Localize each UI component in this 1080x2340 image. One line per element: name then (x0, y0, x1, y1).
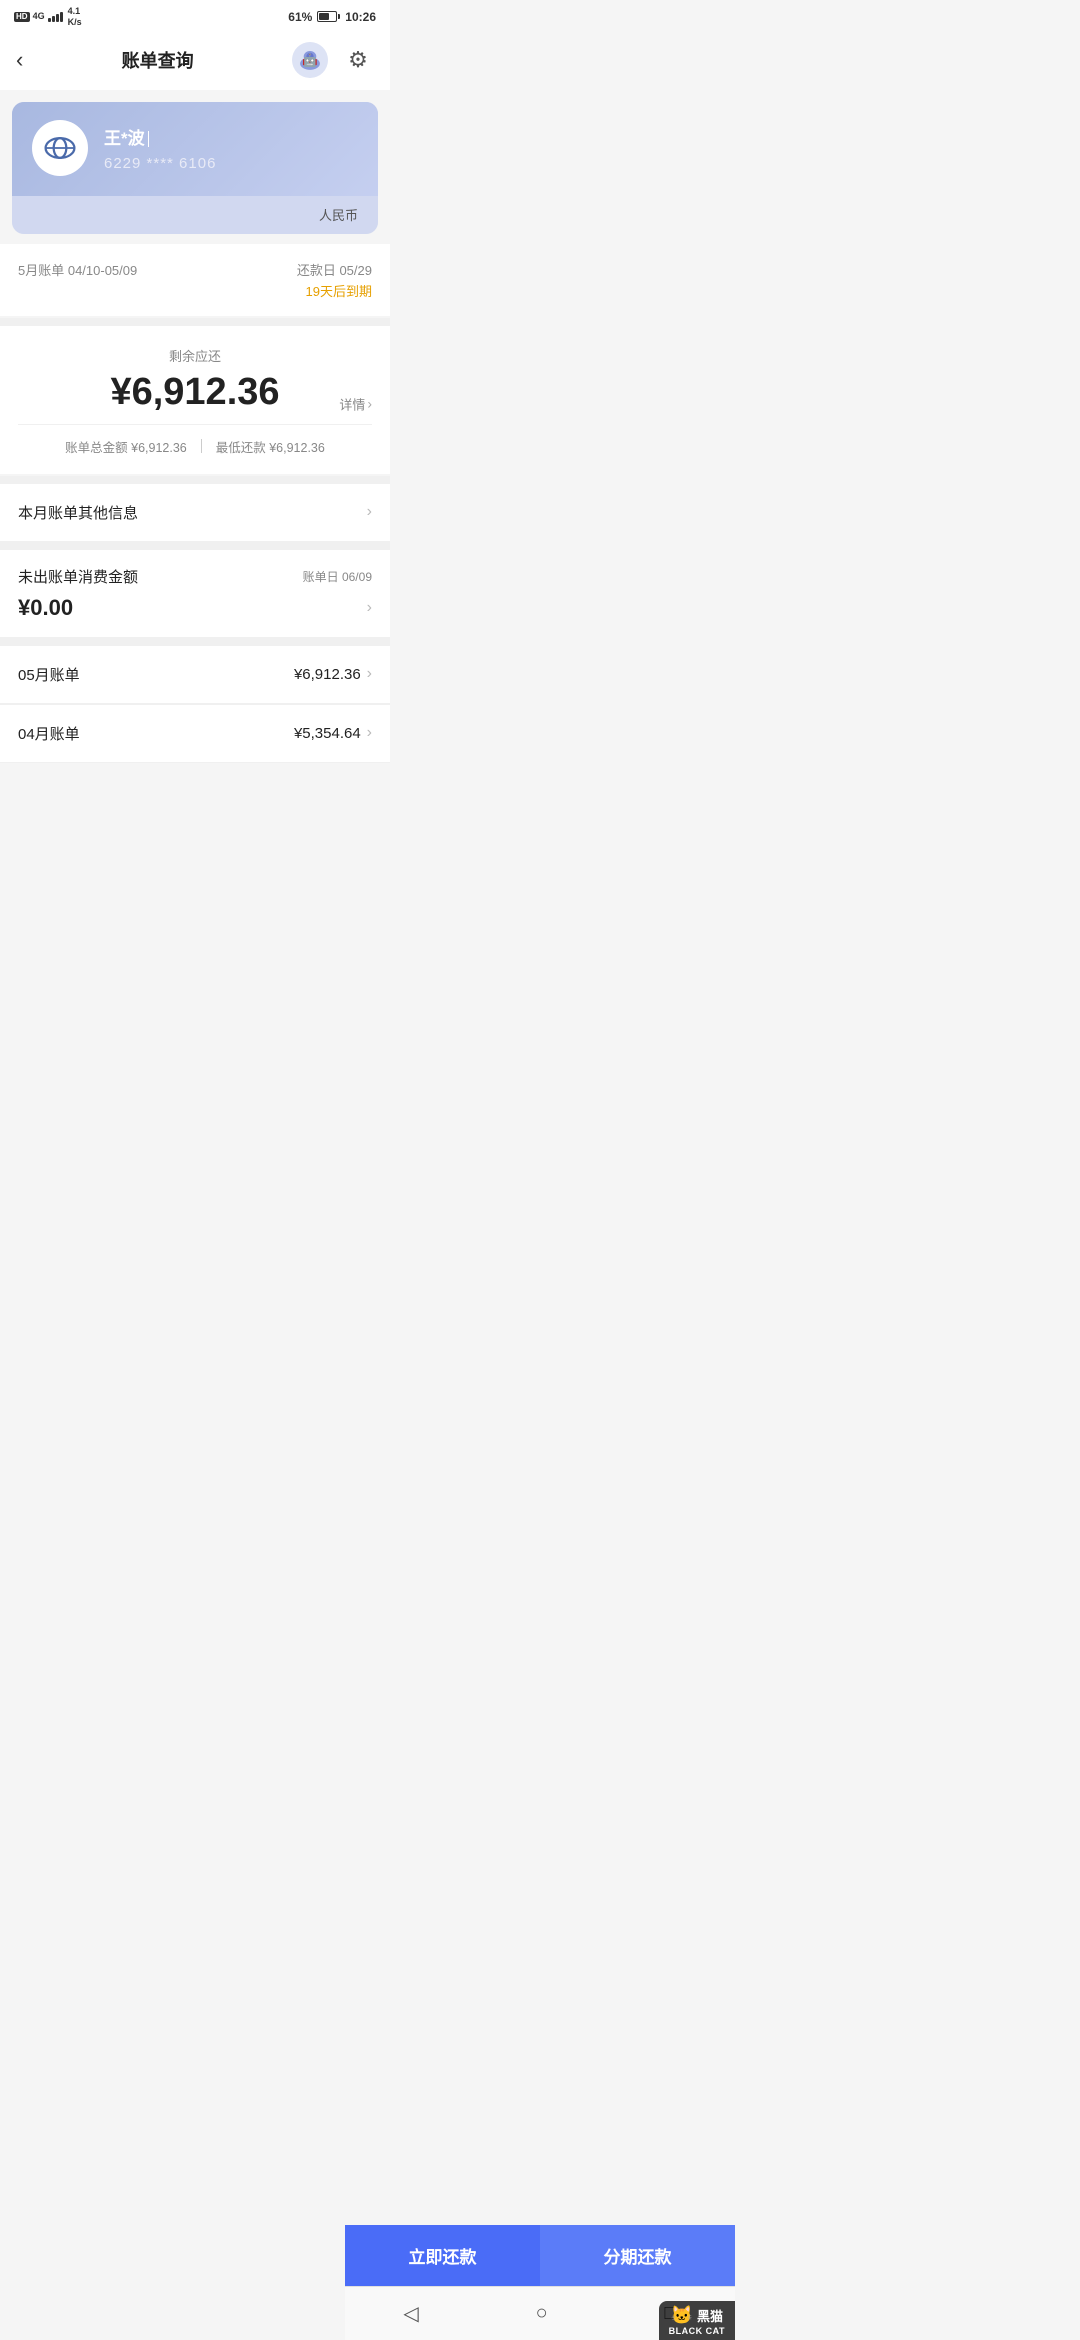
bar1 (48, 18, 51, 22)
period-right: 还款日 05/29 19天后到期 (297, 260, 372, 300)
divider-4 (0, 638, 390, 646)
main-amount: ¥6,912.36 (18, 371, 372, 414)
card-bottom: 人民币 (12, 196, 378, 234)
card-info: 王*波 6229 **** 6106 (104, 124, 216, 172)
blackcat-chinese: 黑猫 (697, 2306, 723, 2325)
card-currency: 人民币 (319, 208, 358, 223)
card-top: 王*波 6229 **** 6106 (12, 102, 378, 196)
may-title: 05月账单 (18, 664, 80, 685)
min-pay-label: 最低还款 ¥6,912.36 (216, 437, 325, 456)
content-scroll: 王*波 6229 **** 6106 人民币 5月账单 04/10-05/09 … (0, 102, 390, 883)
divider-2 (0, 476, 390, 484)
amount-section: 剩余应还 ¥6,912.36 详情 › 账单总金额 ¥6,912.36 最低还款… (0, 326, 390, 474)
bottom-buttons: 立即还款 分期还款 (345, 2225, 735, 2286)
battery-body (317, 11, 337, 22)
card-section: 王*波 6229 **** 6106 人民币 (12, 102, 378, 234)
detail-label: 详情 (339, 394, 365, 413)
home-nav-button[interactable]: ○ (516, 2296, 568, 2331)
undue-header: 未出账单消费金额 账单日 06/09 (18, 566, 372, 587)
period-label: 5月账单 04/10-05/09 (18, 260, 137, 279)
card-user-name: 王*波 (104, 124, 216, 149)
card-number: 6229 **** 6106 (104, 155, 216, 172)
undue-sub: 账单日 06/09 (303, 568, 372, 585)
amount-sub-divider (201, 439, 202, 453)
monthly-other-chevron: › (367, 503, 372, 521)
monthly-other-title: 本月账单其他信息 (18, 502, 138, 523)
immediate-pay-button[interactable]: 立即还款 (345, 2225, 540, 2286)
undue-chevron: › (367, 599, 372, 617)
status-left: HD 4G 4.1 K/s (14, 6, 82, 28)
bill-period: 5月账单 04/10-05/09 还款日 05/29 19天后到期 (0, 244, 390, 316)
time-display: 10:26 (345, 10, 376, 24)
installment-pay-button[interactable]: 分期还款 (540, 2225, 735, 2286)
avatar-icon[interactable]: 🤖 (292, 42, 328, 78)
blackcat-inner: 🐱 黑猫 (671, 2305, 723, 2326)
remaining-label: 剩余应还 (18, 346, 372, 365)
undue-title: 未出账单消费金额 (18, 566, 138, 587)
list-item-monthly-other[interactable]: 本月账单其他信息 › (0, 484, 390, 542)
signal-bars (48, 12, 63, 22)
blackcat-watermark: 🐱 黑猫 BLACK CAT (659, 2301, 735, 2340)
battery-icon (317, 11, 340, 22)
battery-fill (319, 13, 329, 20)
blackcat-icon: 🐱 (671, 2305, 693, 2326)
hd-badge: HD (14, 12, 30, 22)
undue-amount: ¥0.00 (18, 595, 73, 621)
status-bar: HD 4G 4.1 K/s 61% 10:26 (0, 0, 390, 32)
battery-percent: 61% (288, 10, 312, 24)
back-nav-button[interactable]: ◁ (383, 2295, 438, 2332)
due-date: 还款日 05/29 (297, 260, 372, 279)
undue-bottom: ¥0.00 › (18, 595, 372, 637)
may-right: ¥6,912.36 › (294, 665, 372, 683)
detail-chevron: › (367, 395, 372, 411)
avatar-svg: 🤖 (292, 42, 328, 78)
settings-icon[interactable]: ⚙ (342, 44, 374, 76)
bar2 (52, 16, 55, 22)
divider-3 (0, 542, 390, 550)
detail-link[interactable]: 详情 › (339, 394, 372, 413)
due-days: 19天后到期 (297, 281, 372, 300)
list-item-undue[interactable]: 未出账单消费金额 账单日 06/09 ¥0.00 › (0, 550, 390, 638)
bank-logo-svg (42, 130, 78, 166)
blackcat-english: BLACK CAT (669, 2326, 725, 2336)
network-info: 4G (33, 11, 45, 22)
may-amount: ¥6,912.36 (294, 666, 361, 683)
apr-title: 04月账单 (18, 723, 80, 744)
back-button[interactable]: ‹ (16, 47, 23, 73)
card-logo (32, 120, 88, 176)
bar3 (56, 14, 59, 22)
amount-sub: 账单总金额 ¥6,912.36 最低还款 ¥6,912.36 (18, 424, 372, 456)
speed-info: 4.1 K/s (68, 6, 82, 28)
status-right: 61% 10:26 (288, 10, 376, 24)
total-label: 账单总金额 ¥6,912.36 (65, 437, 187, 456)
apr-amount: ¥5,354.64 (294, 725, 361, 742)
nav-bar: ‹ 账单查询 🤖 ⚙ (0, 32, 390, 90)
list-item-may[interactable]: 05月账单 ¥6,912.36 › (0, 646, 390, 704)
list-item-apr[interactable]: 04月账单 ¥5,354.64 › (0, 705, 390, 763)
svg-text:🤖: 🤖 (302, 52, 318, 67)
apr-right: ¥5,354.64 › (294, 724, 372, 742)
bottom-nav: ◁ ○ □ 🐱 黑猫 BLACK CAT (345, 2286, 735, 2340)
bar4 (60, 12, 63, 22)
divider-1 (0, 318, 390, 326)
monthly-other-right: › (367, 503, 372, 521)
may-chevron: › (367, 665, 372, 683)
nav-icons: 🤖 ⚙ (292, 42, 374, 78)
apr-chevron: › (367, 724, 372, 742)
battery-tip (338, 14, 340, 19)
page-title: 账单查询 (122, 47, 194, 73)
